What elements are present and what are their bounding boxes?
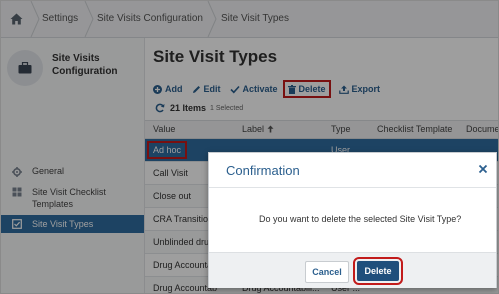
app-window: Settings Site Visits Configuration Site … bbox=[0, 0, 499, 294]
dialog-divider bbox=[209, 187, 496, 188]
dialog-footer: Cancel Delete bbox=[209, 252, 496, 288]
confirmation-dialog: Confirmation Do you want to delete the s… bbox=[208, 152, 497, 288]
dialog-message: Do you want to delete the selected Site … bbox=[259, 214, 462, 224]
dialog-title: Confirmation bbox=[226, 163, 300, 178]
confirm-delete-button[interactable]: Delete bbox=[353, 257, 403, 285]
close-icon[interactable] bbox=[478, 164, 488, 174]
cancel-button[interactable]: Cancel bbox=[305, 261, 349, 283]
